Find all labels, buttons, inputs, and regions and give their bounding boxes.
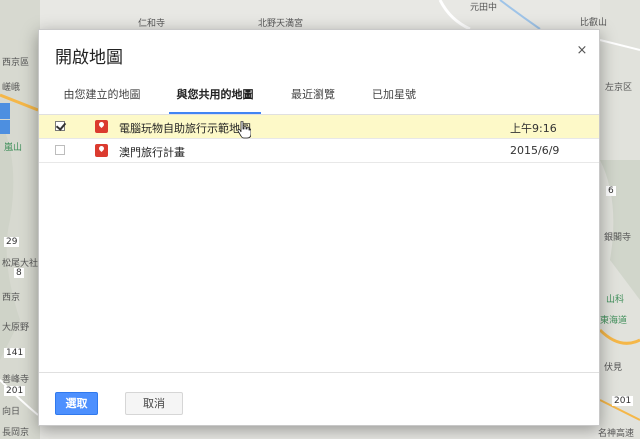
map-name: 電腦玩物自助旅行示範地圖	[119, 122, 251, 135]
cancel-button[interactable]: 取消	[125, 392, 183, 415]
map-list-item[interactable]: 電腦玩物自助旅行示範地圖 上午9:16	[39, 115, 599, 139]
map-pin-icon	[95, 144, 108, 157]
map-label: 嵐山	[4, 143, 23, 153]
map-date: 2015/6/9	[510, 144, 560, 157]
map-label: 銀閣寺	[604, 233, 632, 243]
row-checkbox[interactable]	[55, 121, 65, 131]
map-list: 電腦玩物自助旅行示範地圖 上午9:16 澳門旅行計畫 2015/6/9	[39, 114, 599, 373]
map-label: 左京区	[605, 83, 633, 93]
road-badge: 29	[4, 237, 20, 247]
map-list-item[interactable]: 澳門旅行計畫 2015/6/9	[39, 139, 599, 163]
map-label: 長岡京	[2, 428, 30, 438]
tab-recently-viewed[interactable]: 最近瀏覽	[289, 86, 337, 114]
road-badge: 8	[14, 268, 24, 278]
map-label: 善峰寺	[2, 375, 30, 385]
tab-shared-with-you[interactable]: 與您共用的地圖	[169, 86, 261, 114]
road-badge: 141	[4, 348, 26, 358]
hand-cursor-icon	[237, 121, 251, 139]
map-label: 向日	[2, 407, 21, 417]
map-label: 伏見	[604, 363, 623, 373]
tab-created-by-you[interactable]: 由您建立的地圖	[55, 86, 149, 114]
road-badge: 6	[606, 186, 616, 196]
map-pin-icon	[95, 120, 108, 133]
close-icon[interactable]: ×	[575, 44, 589, 58]
map-date: 上午9:16	[510, 122, 557, 135]
road-badge: 201	[4, 386, 26, 396]
tab-bar: 由您建立的地圖 與您共用的地圖 最近瀏覽 已加星號	[39, 80, 599, 114]
select-button[interactable]: 選取	[55, 392, 98, 415]
road-badge: 201	[612, 396, 634, 406]
map-label: 北野天満宮	[258, 19, 304, 29]
map-label: 大原野	[2, 323, 30, 333]
map-label: 嵯峨	[2, 83, 21, 93]
map-label: 比叡山	[580, 18, 608, 28]
map-label: 西京區	[2, 58, 30, 68]
map-label: 仁和寺	[138, 19, 166, 29]
open-map-dialog: 開啟地圖 × 由您建立的地圖 與您共用的地圖 最近瀏覽 已加星號 電腦玩物自助旅…	[38, 29, 600, 426]
map-label: 西京	[2, 293, 21, 303]
map-label: 名神高速	[598, 429, 635, 439]
map-label: 元田中	[470, 3, 498, 13]
dialog-title: 開啟地圖	[55, 48, 123, 68]
row-checkbox[interactable]	[55, 145, 65, 155]
map-label: 山科	[606, 295, 625, 305]
tab-starred[interactable]: 已加星號	[370, 86, 418, 114]
map-label: 東海道	[600, 316, 628, 326]
map-name: 澳門旅行計畫	[119, 146, 185, 159]
